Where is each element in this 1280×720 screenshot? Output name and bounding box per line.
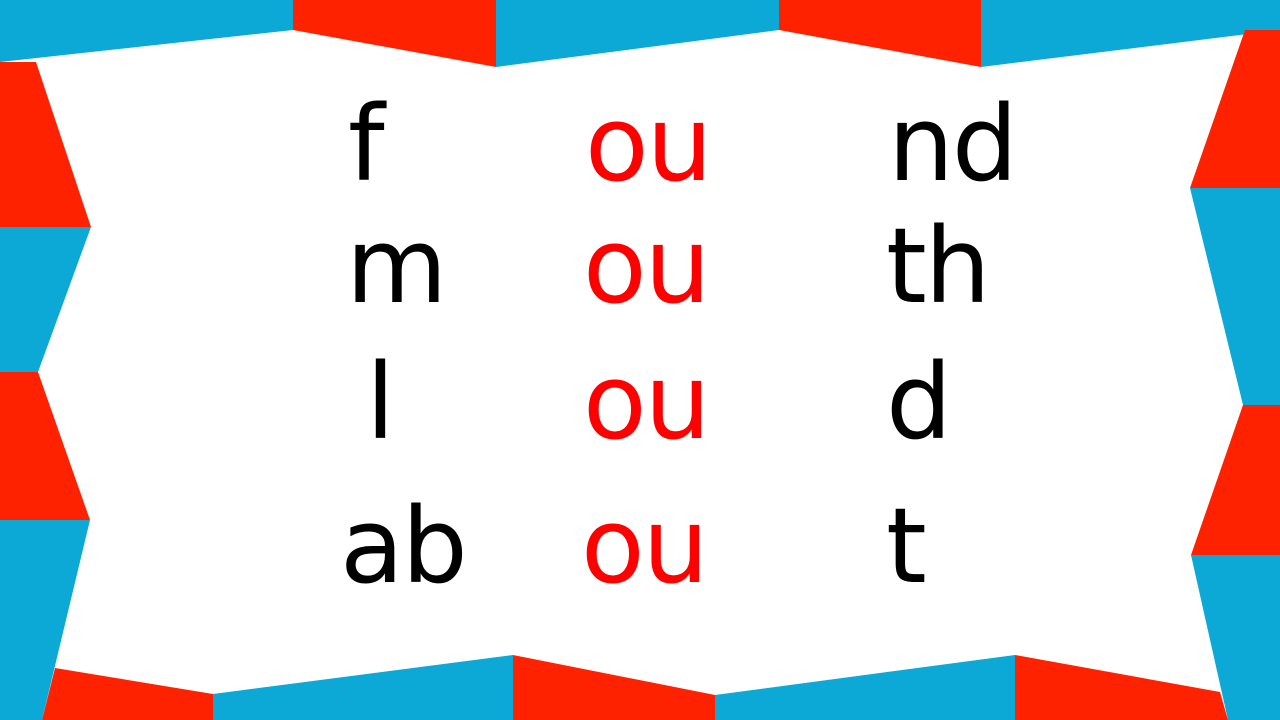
word-vowel: ou	[585, 83, 713, 205]
word-onset: m	[346, 205, 447, 327]
slide: f ou nd m ou th l ou d ab ou t	[0, 0, 1280, 720]
word-onset: l	[366, 341, 395, 463]
word-onset: f	[348, 83, 385, 205]
word-coda: nd	[888, 83, 1018, 205]
border-segment	[293, 0, 496, 67]
border-segment	[715, 655, 1015, 720]
border-segment	[0, 227, 91, 372]
border-segment	[981, 0, 1280, 67]
border-segment	[1190, 30, 1280, 188]
word-vowel: ou	[581, 485, 709, 607]
word-coda: th	[886, 205, 991, 327]
border-segment	[779, 0, 981, 67]
border-segment	[0, 372, 90, 520]
word-coda: t	[886, 485, 927, 607]
word-vowel: ou	[583, 205, 711, 327]
word-onset: ab	[340, 485, 468, 607]
border-segment	[496, 0, 779, 67]
border-segment	[1015, 655, 1228, 720]
border-segment	[42, 668, 213, 720]
border-segment	[1190, 188, 1280, 405]
border-segment	[1191, 405, 1280, 555]
word-vowel: ou	[583, 341, 711, 463]
border-segment	[0, 0, 293, 62]
border-segment	[213, 655, 513, 720]
border-segment	[0, 62, 91, 227]
word-coda: d	[886, 341, 952, 463]
border-segment	[513, 655, 715, 720]
